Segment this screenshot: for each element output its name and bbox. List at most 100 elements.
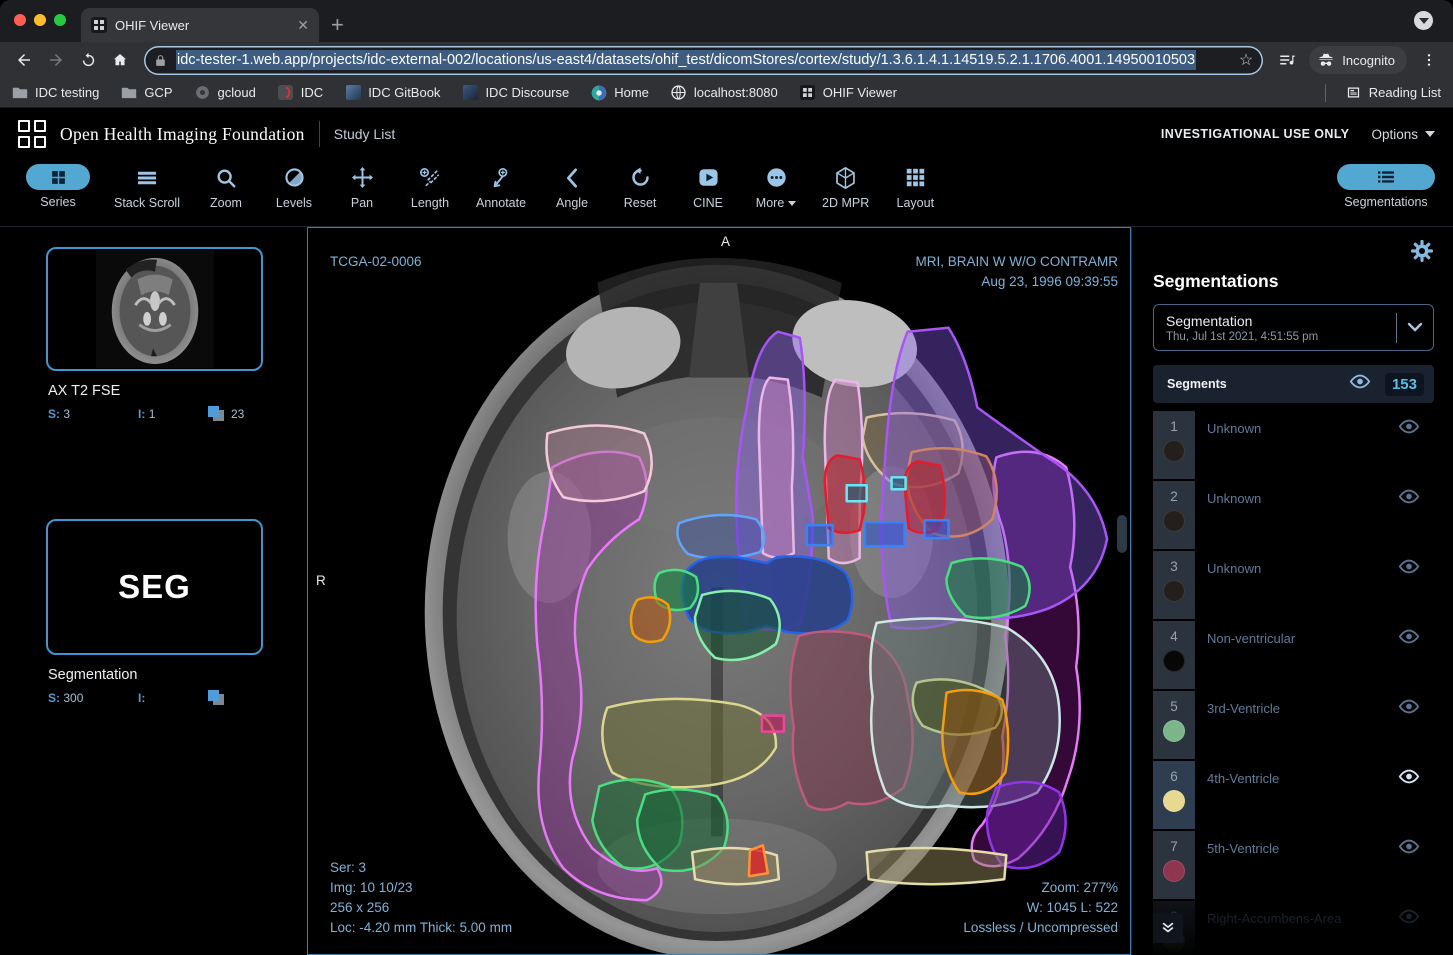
segment-visibility-eye-icon[interactable] [1398, 909, 1420, 955]
chevron-down-icon [788, 201, 796, 210]
segmentation-select-dropdown[interactable]: Segmentation Thu, Jul 1st 2021, 4:51:55 … [1153, 304, 1434, 351]
address-bar[interactable]: idc-tester-1.web.app/projects/idc-extern… [144, 46, 1263, 75]
study-list-link[interactable]: Study List [334, 126, 395, 142]
segment-row-4[interactable]: 4Non-ventricular [1153, 621, 1434, 689]
viewport-scrollbar-thumb[interactable] [1117, 515, 1127, 553]
toolbar-button-label: Angle [556, 196, 588, 210]
segmentations-panel-button[interactable]: Segmentations [1337, 164, 1435, 209]
toolbar-button-more[interactable]: More [754, 164, 798, 210]
toolbar-button-zoom[interactable]: Zoom [204, 164, 248, 210]
home-button[interactable] [106, 46, 134, 74]
media-controls-icon[interactable] [1273, 46, 1301, 74]
reading-list-button[interactable]: Reading List [1346, 85, 1441, 101]
close-window-button[interactable] [14, 14, 26, 26]
toolbar-button-angle[interactable]: Angle [550, 164, 594, 210]
segmentation-settings-gear-icon[interactable] [1410, 239, 1434, 269]
toolbar-button-label: 2D MPR [822, 196, 869, 210]
scroll-down-indicator[interactable] [1153, 913, 1183, 943]
bookmark-ohif-viewer[interactable]: OHIF Viewer [800, 85, 897, 101]
segment-number-cell[interactable]: 2 [1153, 481, 1195, 549]
overlay-line: Loc: -4.20 mm Thick: 5.00 mm [330, 918, 512, 938]
toolbar-button-cine[interactable]: CINE [686, 164, 730, 210]
segment-row-2[interactable]: 2Unknown [1153, 481, 1434, 549]
toolbar-button-layout[interactable]: Layout [893, 164, 937, 210]
chevron-down-icon[interactable] [1407, 319, 1423, 337]
series-number-key: S: [48, 407, 60, 421]
image-viewport[interactable]: A R TCGA-02-0006 MRI, BRAIN W W/O CONTRA… [307, 227, 1131, 955]
new-tab-button[interactable]: + [331, 14, 344, 36]
segment-visibility-eye-icon[interactable] [1398, 839, 1420, 899]
zoom-window-button[interactable] [54, 14, 66, 26]
segment-row-6[interactable]: 64th-Ventricle [1153, 761, 1434, 829]
tab-close-icon[interactable]: ✕ [297, 18, 309, 32]
segmentation-date: Thu, Jul 1st 2021, 4:51:55 pm [1166, 331, 1386, 343]
app-header: Open Health Imaging Foundation Study Lis… [0, 108, 1453, 160]
toolbar-button-pan[interactable]: Pan [340, 164, 384, 210]
series-thumbnail-ax-t2-fse[interactable] [46, 247, 263, 371]
segment-label: 4th-Ventricle [1207, 771, 1398, 829]
toolbar-button-annotate[interactable]: Annotate [476, 164, 526, 210]
segment-row-7[interactable]: 75th-Ventricle [1153, 831, 1434, 899]
segment-visibility-eye-icon[interactable] [1398, 769, 1420, 829]
incognito-badge: Incognito [1309, 46, 1407, 74]
segment-number-cell[interactable]: 7 [1153, 831, 1195, 899]
bookmark-idc[interactable]: IDC [278, 85, 323, 101]
instance-number-key: I: [138, 691, 145, 705]
discourse-icon [462, 85, 478, 101]
segment-visibility-eye-icon[interactable] [1398, 699, 1420, 759]
segment-row-3[interactable]: 3Unknown [1153, 551, 1434, 619]
segment-visibility-eye-icon[interactable] [1398, 419, 1420, 479]
overlay-study-date: Aug 23, 1996 09:39:55 [916, 272, 1119, 292]
window-controls [14, 14, 66, 26]
url-text[interactable]: idc-tester-1.web.app/projects/idc-extern… [176, 50, 1196, 70]
ohif-logo-icon[interactable] [18, 120, 46, 148]
minimize-window-button[interactable] [34, 14, 46, 26]
browser-menu-button[interactable] [1415, 46, 1443, 74]
navigation-bar: idc-tester-1.web.app/projects/idc-extern… [0, 42, 1453, 78]
back-button[interactable] [10, 46, 38, 74]
instance-count: 23 [231, 407, 244, 421]
options-menu[interactable]: Options [1371, 126, 1435, 142]
toolbar-button-stack-scroll[interactable]: Stack Scroll [114, 164, 180, 210]
brand-title: Open Health Imaging Foundation [60, 124, 305, 145]
segment-row-1[interactable]: 1Unknown [1153, 411, 1434, 479]
toggle-all-visibility-eye-icon[interactable] [1349, 374, 1371, 394]
toolbar-button-reset[interactable]: Reset [618, 164, 662, 210]
angle-icon [565, 164, 579, 191]
toolbar-button-2d-mpr[interactable]: 2D MPR [822, 164, 869, 210]
ohif-icon [800, 85, 816, 101]
segment-row-5[interactable]: 53rd-Ventricle [1153, 691, 1434, 759]
forward-button[interactable] [42, 46, 70, 74]
segment-row-8[interactable]: 8Right-Accumbens-Area [1153, 901, 1434, 955]
bookmark-star-icon[interactable]: ☆ [1231, 50, 1253, 70]
toolbar-button-label: Pan [351, 196, 373, 210]
toolbar-button-length[interactable]: Length [408, 164, 452, 210]
segment-number-cell[interactable]: 4 [1153, 621, 1195, 689]
toolbar-button-label: Zoom [210, 196, 242, 210]
segment-visibility-eye-icon[interactable] [1398, 629, 1420, 689]
reload-button[interactable] [74, 46, 102, 74]
segment-number-cell[interactable]: 6 [1153, 761, 1195, 829]
toolbar-button-series[interactable]: Series [26, 164, 90, 210]
stack-icon [136, 164, 158, 191]
instance-stack-icon [208, 406, 224, 421]
bookmark-localhost-8080[interactable]: localhost:8080 [671, 85, 778, 101]
bookmark-idc-gitbook[interactable]: IDC GitBook [345, 85, 440, 101]
segments-count-badge: 153 [1385, 373, 1424, 396]
header-divider [319, 121, 320, 147]
bookmark-idc-discourse[interactable]: IDC Discourse [462, 85, 569, 101]
browser-tab[interactable]: OHIF Viewer ✕ [81, 8, 319, 42]
bookmark-home[interactable]: Home [591, 85, 649, 101]
bookmark-gcloud[interactable]: gcloud [194, 85, 255, 101]
segment-number-cell[interactable]: 5 [1153, 691, 1195, 759]
segment-number-cell[interactable]: 3 [1153, 551, 1195, 619]
tab-search-chevron-icon[interactable] [1414, 11, 1433, 30]
toolbar-button-levels[interactable]: Levels [272, 164, 316, 210]
bookmark-gcp[interactable]: GCP [121, 85, 172, 101]
segment-visibility-eye-icon[interactable] [1398, 489, 1420, 549]
segment-number-cell[interactable]: 1 [1153, 411, 1195, 479]
bookmarks-bar: IDC testing GCP gcloud IDC IDC GitBook IDC Di… [0, 78, 1453, 108]
bookmark-idc-testing[interactable]: IDC testing [12, 85, 99, 101]
segment-visibility-eye-icon[interactable] [1398, 559, 1420, 619]
series-thumbnail-segmentation[interactable]: SEG [46, 519, 263, 655]
